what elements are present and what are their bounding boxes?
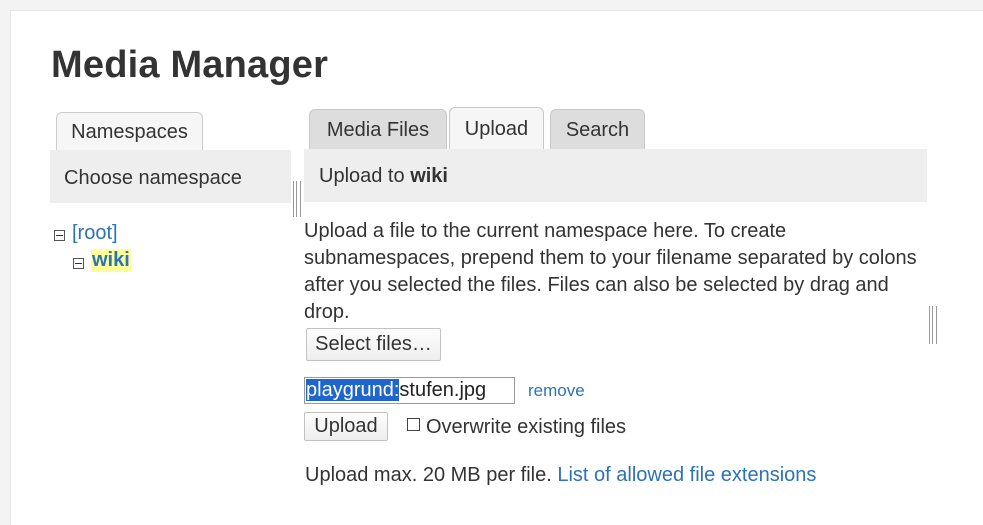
upload-header: Upload to wiki <box>304 149 927 202</box>
upload-header-text: Upload to wiki <box>319 165 448 188</box>
upload-description: Upload a file to the current namespace h… <box>304 220 917 323</box>
tab-upload[interactable]: Upload <box>449 107 544 150</box>
filename-rest-text: stufen.jpg <box>399 379 487 401</box>
namespace-header-label: Choose namespace <box>64 167 242 189</box>
namespace-header: Choose namespace <box>50 150 291 203</box>
upload-header-namespace: wiki <box>410 165 448 187</box>
media-manager-panel: Media Manager Namespaces Choose namespac… <box>10 10 983 525</box>
max-size-text: Upload max. 20 MB per file. <box>305 464 552 486</box>
overwrite-label: Overwrite existing files <box>426 416 627 438</box>
tree-link-wiki[interactable]: wiki <box>91 249 131 272</box>
upload-max-info: Upload max. 20 MB per file. List of allo… <box>305 464 816 487</box>
filename-input[interactable]: playgrund:stufen.jpg <box>304 377 515 404</box>
collapse-icon[interactable] <box>54 230 65 241</box>
remove-file-link[interactable]: remove <box>528 381 585 401</box>
select-files-button[interactable]: Select files… <box>306 328 441 361</box>
allowed-extensions-link[interactable]: List of allowed file extensions <box>557 464 816 486</box>
tree-link-root[interactable]: [root] <box>72 222 118 245</box>
page-title: Media Manager <box>51 44 329 86</box>
overwrite-option[interactable]: Overwrite existing files <box>407 416 626 439</box>
upload-header-prefix: Upload to <box>319 165 405 187</box>
panel-resize-handle[interactable] <box>293 181 301 217</box>
filename-selected-text: playgrund: <box>306 379 400 401</box>
tab-media-files[interactable]: Media Files <box>309 109 447 150</box>
panel-resize-handle-right[interactable] <box>929 306 937 344</box>
overwrite-checkbox[interactable] <box>407 418 420 431</box>
collapse-icon[interactable] <box>73 258 84 269</box>
upload-button[interactable]: Upload <box>304 412 388 441</box>
tab-namespaces[interactable]: Namespaces <box>56 112 203 151</box>
tab-search[interactable]: Search <box>550 109 645 150</box>
